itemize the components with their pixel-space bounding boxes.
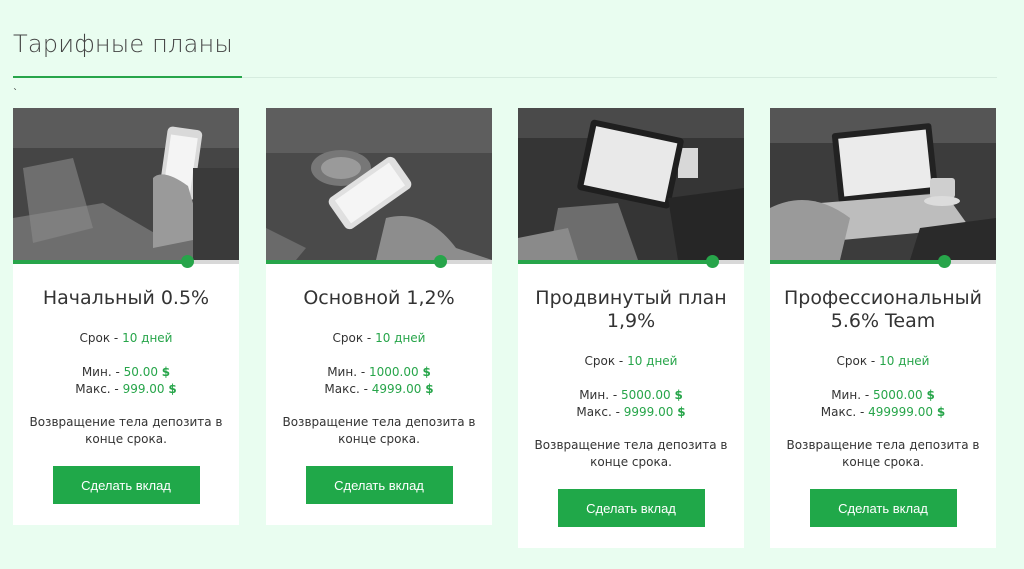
term-value: 10 дней [375, 331, 426, 345]
plan-progress-bar [266, 255, 492, 268]
plan-card: Профессиональный 5.6% Team Срок - 10 дне… [770, 108, 996, 548]
plan-card: Продвинутый план 1,9% Срок - 10 дней Мин… [518, 108, 744, 548]
plan-max: Макс. - 999.00 $ [13, 381, 239, 398]
plan-progress-bar [518, 255, 744, 268]
min-value: 1000.00 [368, 365, 419, 379]
min-label: Мин. - [81, 365, 124, 379]
page-title: Тарифные планы [13, 30, 233, 58]
plan-description: Возвращение тела депозита в конце срока. [29, 415, 223, 446]
max-label: Макс. - [820, 405, 869, 419]
plan-photo [770, 108, 996, 260]
max-label: Макс. - [75, 382, 123, 396]
plan-photo [266, 108, 492, 260]
make-deposit-button[interactable]: Сделать вклад [305, 466, 453, 504]
plan-card: Начальный 0.5% Срок - 10 дней Мин. - 50.… [13, 108, 239, 525]
progress-dot [938, 255, 951, 268]
currency-sign: $ [674, 388, 683, 402]
progress-dot [706, 255, 719, 268]
min-value: 5000.00 [620, 388, 671, 402]
min-label: Мин. - [327, 365, 369, 379]
plan-name: Продвинутый план 1,9% [535, 287, 727, 332]
make-deposit-button[interactable]: Сделать вклад [52, 466, 200, 504]
phone-icon [13, 108, 239, 260]
plan-max: Макс. - 499999.00 $ [770, 404, 996, 421]
currency-sign: $ [425, 382, 434, 396]
min-label: Мин. - [579, 388, 621, 402]
term-label: Срок - [836, 354, 880, 368]
stray-tick: ` [13, 88, 18, 99]
plan-max: Макс. - 9999.00 $ [518, 404, 744, 421]
term-value: 10 дней [627, 354, 678, 368]
min-label: Мин. - [831, 388, 873, 402]
currency-sign: $ [422, 365, 431, 379]
progress-dot [181, 255, 194, 268]
progress-dot [434, 255, 447, 268]
term-label: Срок - [584, 354, 628, 368]
plan-min: Мин. - 5000.00 $ [770, 387, 996, 404]
plan-term: Срок - 10 дней [770, 353, 996, 370]
title-divider-accent [13, 76, 242, 78]
make-deposit-button[interactable]: Сделать вклад [809, 489, 957, 527]
plan-name: Начальный 0.5% [42, 287, 210, 309]
plan-term: Срок - 10 дней [266, 330, 492, 347]
currency-sign: $ [168, 382, 177, 396]
currency-sign: $ [926, 388, 935, 402]
plan-name: Профессиональный 5.6% Team [784, 287, 982, 332]
currency-sign: $ [936, 405, 946, 419]
term-value: 10 дней [879, 354, 930, 368]
currency-sign: $ [161, 365, 171, 379]
plan-progress-bar [13, 255, 239, 268]
term-label: Срок - [332, 331, 376, 345]
plan-progress-bar [770, 255, 996, 268]
plan-photo [518, 108, 744, 260]
plan-min: Мин. - 50.00 $ [13, 364, 239, 381]
plan-photo [13, 108, 239, 260]
term-value: 10 дней [122, 331, 173, 345]
max-value: 999.00 [122, 382, 165, 396]
plan-name: Основной 1,2% [303, 287, 455, 309]
max-value: 499999.00 [868, 405, 934, 419]
make-deposit-button[interactable]: Сделать вклад [557, 489, 705, 527]
plan-min: Мин. - 1000.00 $ [266, 364, 492, 381]
max-label: Макс. - [324, 382, 372, 396]
max-value: 4999.00 [371, 382, 422, 396]
plan-card: Основной 1,2% Срок - 10 дней Мин. - 1000… [266, 108, 492, 525]
term-label: Срок - [79, 331, 123, 345]
plan-term: Срок - 10 дней [13, 330, 239, 347]
min-value: 5000.00 [872, 388, 923, 402]
tablet-icon [518, 108, 744, 260]
plan-description: Возвращение тела депозита в конце срока. [786, 438, 980, 469]
phone-landscape-icon [266, 108, 492, 260]
max-value: 9999.00 [623, 405, 674, 419]
plan-term: Срок - 10 дней [518, 353, 744, 370]
max-label: Макс. - [576, 405, 624, 419]
plan-max: Макс. - 4999.00 $ [266, 381, 492, 398]
plan-description: Возвращение тела депозита в конце срока. [282, 415, 476, 446]
plan-description: Возвращение тела депозита в конце срока. [534, 438, 728, 469]
laptop-icon [770, 108, 996, 260]
min-value: 50.00 [123, 365, 158, 379]
plan-min: Мин. - 5000.00 $ [518, 387, 744, 404]
currency-sign: $ [677, 405, 686, 419]
